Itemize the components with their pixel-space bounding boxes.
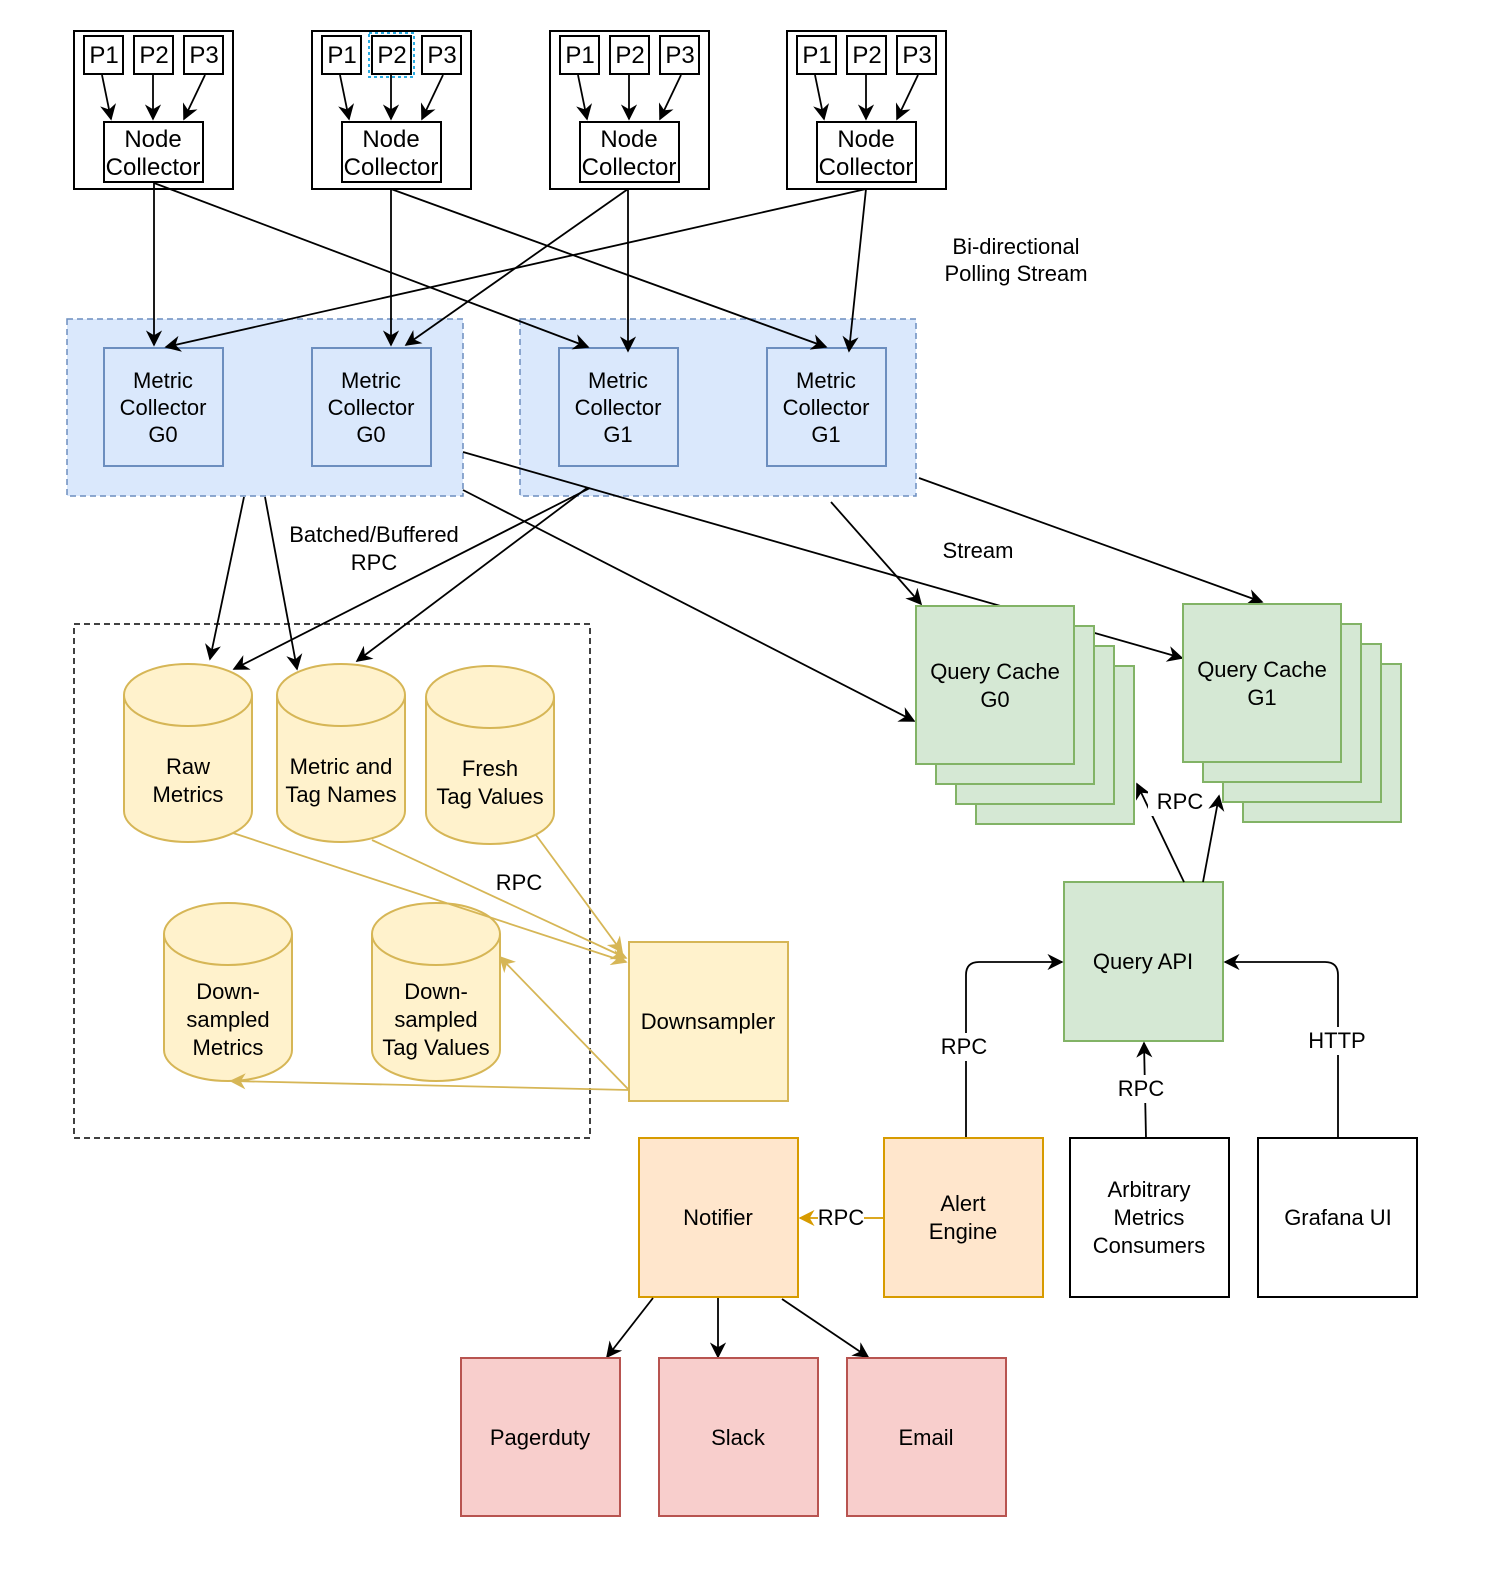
storage-label-line-1: Down- <box>196 979 260 1004</box>
process-label: P1 <box>565 42 594 69</box>
notifier-edges <box>606 1297 870 1359</box>
storage-label-line-1: Raw <box>166 754 210 779</box>
destination-slack[interactable]: Slack <box>658 1357 819 1517</box>
process-label: P2 <box>852 42 881 69</box>
storage-raw-metrics[interactable]: Raw Metrics <box>123 663 253 843</box>
metric-collector-line-1: Metric <box>341 368 401 393</box>
bidirectional-label-line-1: Bi-directional <box>952 234 1079 259</box>
rpc-label-downsampler: RPC <box>496 870 543 895</box>
node-collector-line-1: Node <box>600 126 657 153</box>
node-collector-line-2: Collector <box>106 154 201 181</box>
batched-label-line-2: RPC <box>351 550 398 575</box>
bidirectional-label-line-2: Polling Stream <box>944 261 1087 286</box>
consumers-line-1: Arbitrary <box>1107 1177 1190 1202</box>
query-cache-box[interactable] <box>1182 603 1342 763</box>
metric-collector-3[interactable]: MetricCollectorG1 <box>766 347 887 467</box>
consumers-line-3: Consumers <box>1093 1233 1205 1258</box>
node-host-3[interactable]: P1 P2 P3 NodeCollector <box>786 30 947 190</box>
storage-label-line-2: sampled <box>186 1007 269 1032</box>
alert-engine-line-2: Engine <box>929 1219 998 1244</box>
metric-collector-line-2: Collector <box>575 395 662 420</box>
metric-collector-line-1: Metric <box>796 368 856 393</box>
process-label: P1 <box>327 42 356 69</box>
destination-email[interactable]: Email <box>846 1357 1007 1517</box>
metric-collector-line-3: G1 <box>811 422 840 447</box>
storage-label-line-3: Tag Values <box>382 1035 489 1060</box>
destination-label: Pagerduty <box>490 1425 590 1450</box>
consumers-line-2: Metrics <box>1114 1205 1185 1230</box>
http-label-grafana: HTTP <box>1308 1028 1365 1053</box>
storage-label-line-2: sampled <box>394 1007 477 1032</box>
storage-label-line-3: Metrics <box>193 1035 264 1060</box>
process-label: P1 <box>802 42 831 69</box>
grafana-ui-label: Grafana UI <box>1284 1205 1392 1230</box>
query-cache-line-1: Query Cache <box>930 659 1060 684</box>
metric-collector-1[interactable]: MetricCollectorG0 <box>311 347 432 467</box>
node-host-1[interactable]: P1 P2 P3 NodeCollector <box>311 30 472 190</box>
rpc-label-notifier: RPC <box>818 1205 865 1230</box>
metric-collector-line-1: Metric <box>133 368 193 393</box>
query-cache-0[interactable]: Query Cache G0 <box>915 605 1135 825</box>
query-cache-line-2: G1 <box>1247 685 1276 710</box>
process-label: P3 <box>902 42 931 69</box>
query-cache-box[interactable] <box>915 605 1075 765</box>
metric-collector-line-2: Collector <box>328 395 415 420</box>
metric-collector-2[interactable]: MetricCollectorG1 <box>558 347 679 467</box>
alert-engine-box[interactable] <box>883 1137 1044 1298</box>
storage-label-line-2: Tag Values <box>436 784 543 809</box>
rpc-label-alert: RPC <box>941 1034 988 1059</box>
rpc-label-consumers: RPC <box>1118 1076 1165 1101</box>
node-host-2[interactable]: P1 P2 P3 NodeCollector <box>549 30 710 190</box>
metric-collector-line-2: Collector <box>120 395 207 420</box>
process-label: P2 <box>377 42 406 69</box>
destination-label: Slack <box>711 1425 766 1450</box>
query-cache-line-2: G0 <box>980 687 1009 712</box>
metric-collector-line-2: Collector <box>783 395 870 420</box>
process-label: P3 <box>189 42 218 69</box>
node-collector-line-2: Collector <box>819 154 914 181</box>
batched-label-line-1: Batched/Buffered <box>289 522 459 547</box>
process-label: P3 <box>427 42 456 69</box>
cylinder-body[interactable] <box>123 663 253 843</box>
destination-label: Email <box>898 1425 953 1450</box>
node-collector-line-2: Collector <box>344 154 439 181</box>
storage-downsampled-metrics[interactable]: Down-sampled Metrics <box>163 902 293 1082</box>
storage-label-line-1: Fresh <box>462 756 518 781</box>
metric-collector-line-3: G0 <box>356 422 385 447</box>
architecture-diagram: P1 P2 P3NodeCollectorP1 P2 P3NodeCollectorP1… <box>66 30 1418 1517</box>
destination-pagerduty[interactable]: Pagerduty <box>460 1357 621 1517</box>
storage-metric-and-tag-names[interactable]: Metric and Tag Names <box>276 663 406 843</box>
storage-label-line-1: Metric and <box>290 754 393 779</box>
notifier-label: Notifier <box>683 1205 753 1230</box>
stream-label: Stream <box>943 538 1014 563</box>
node-collector-line-1: Node <box>837 126 894 153</box>
query-cache-1[interactable]: Query Cache G1 <box>1182 603 1402 823</box>
rpc-label-cache: RPC <box>1157 789 1204 814</box>
storage-label-line-1: Down- <box>404 979 468 1004</box>
node-collector-line-1: Node <box>124 126 181 153</box>
node-host-0[interactable]: P1 P2 P3 NodeCollector <box>73 30 234 190</box>
process-label: P1 <box>89 42 118 69</box>
query-cache-line-1: Query Cache <box>1197 657 1327 682</box>
cylinder-body[interactable] <box>276 663 406 843</box>
storage-downsampled-tag-values[interactable]: Down-sampled Tag Values <box>371 902 501 1082</box>
storage-fresh-tag-values[interactable]: Fresh Tag Values <box>425 665 555 845</box>
process-label: P3 <box>665 42 694 69</box>
metric-collector-0[interactable]: MetricCollectorG0 <box>103 347 224 467</box>
cylinder-body[interactable] <box>425 665 555 845</box>
process-label: P2 <box>139 42 168 69</box>
metric-collector-line-3: G1 <box>603 422 632 447</box>
metric-collector-line-3: G0 <box>148 422 177 447</box>
node-collector-line-1: Node <box>362 126 419 153</box>
storage-label-line-2: Metrics <box>153 782 224 807</box>
node-collector-line-2: Collector <box>582 154 677 181</box>
metric-collector-line-1: Metric <box>588 368 648 393</box>
process-label: P2 <box>615 42 644 69</box>
alert-engine-line-1: Alert <box>940 1191 985 1216</box>
query-api-label: Query API <box>1093 949 1193 974</box>
storage-label-line-2: Tag Names <box>285 782 396 807</box>
downsampler-label: Downsampler <box>641 1009 776 1034</box>
